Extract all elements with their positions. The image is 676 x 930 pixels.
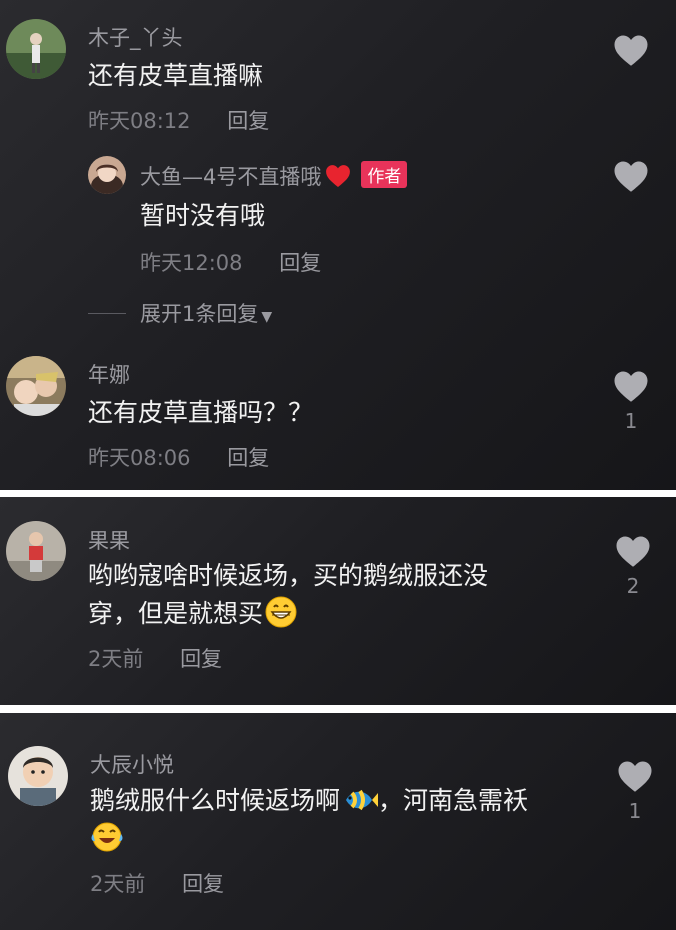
comment-text-line-2-content: 穿，但是就想买 [88, 599, 264, 628]
avatar-photo-icon [6, 521, 66, 581]
like-button[interactable]: 1 [612, 370, 650, 433]
reply-button[interactable]: 回复 [227, 109, 269, 133]
comment-meta: 2天前 回复 [90, 868, 224, 898]
heart-icon [613, 370, 649, 403]
avatar-photo-icon [6, 19, 66, 79]
comment-text: 还有皮草直播嘛 [88, 61, 264, 90]
comment-username[interactable]: 大辰小悦 [90, 749, 174, 779]
comment-username[interactable]: 果果 [88, 525, 130, 555]
like-button[interactable] [612, 34, 650, 67]
like-count: 2 [626, 574, 640, 598]
comment-username[interactable]: 木子_丫头 [88, 22, 183, 52]
like-count: 1 [628, 799, 642, 823]
reply-button[interactable]: 回复 [279, 251, 321, 275]
like-count: 1 [624, 409, 638, 433]
heart-icon [615, 535, 651, 568]
reply-button[interactable]: 回复 [227, 446, 269, 470]
avatar[interactable] [6, 356, 66, 416]
comment-text-line-1: 哟哟寇啥时候返场，买的鹅绒服还没 [88, 561, 489, 590]
like-button[interactable] [612, 160, 650, 193]
expand-replies-label: 展开1条回复 [140, 302, 259, 326]
heart-icon [613, 34, 649, 67]
comment-panel-3: 大辰小悦 鹅绒服什么时候返场啊 ，河南急需袄 2天前 回复 1 [0, 713, 676, 930]
avatar-photo-icon [88, 156, 126, 194]
reply-meta: 昨天12:08 回复 [140, 247, 321, 277]
avatar[interactable] [6, 19, 66, 79]
laugh-cry-emoji-icon [90, 820, 124, 865]
heart-icon [617, 760, 653, 793]
red-heart-emoji-icon [325, 164, 351, 193]
comment-time: 昨天08:12 [88, 109, 191, 133]
comment-text-line-1: 鹅绒服什么时候返场啊 ，河南急需袄 [90, 782, 528, 826]
reply-button[interactable]: 回复 [180, 647, 222, 671]
comment-meta: 昨天08:06 回复 [88, 442, 269, 472]
reply-username[interactable]: 大鱼—4号不直播哦 [140, 165, 321, 189]
comment-text-part-1: 鹅绒服什么时候返场啊 [90, 786, 341, 815]
reply-button[interactable]: 回复 [182, 872, 224, 896]
avatar[interactable] [8, 746, 68, 806]
reply-username-row: 大鱼—4号不直播哦 作者 [140, 161, 408, 193]
comment-text-part-2: ，河南急需袄 [378, 786, 529, 815]
expand-replies-button[interactable]: 展开1条回复 ▼ [88, 298, 272, 328]
comment-time: 2天前 [88, 647, 144, 671]
divider [88, 313, 126, 314]
heart-icon [613, 160, 649, 193]
comment-text-line-2: 穿，但是就想买 [88, 595, 297, 639]
avatar-photo-icon [6, 356, 66, 416]
comment-panel-2: 果果 哟哟寇啥时候返场，买的鹅绒服还没 穿，但是就想买 2天前 回复 2 [0, 497, 676, 705]
comment-meta: 2天前 回复 [88, 643, 222, 673]
grin-emoji-icon [265, 596, 297, 639]
comment-meta: 昨天08:12 回复 [88, 105, 269, 135]
reply-time: 昨天12:08 [140, 251, 243, 275]
triangle-down-icon: ▼ [261, 309, 273, 325]
comment-username[interactable]: 年娜 [88, 359, 130, 389]
avatar[interactable] [88, 156, 126, 194]
comment-time: 昨天08:06 [88, 446, 191, 470]
avatar-photo-icon [8, 746, 68, 806]
like-button[interactable]: 2 [614, 535, 652, 598]
comment-text-line-2 [90, 820, 124, 865]
author-badge: 作者 [361, 161, 408, 188]
reply-text: 暂时没有哦 [140, 201, 266, 230]
avatar[interactable] [6, 521, 66, 581]
comment-time: 2天前 [90, 872, 146, 896]
comment-panel-1: 木子_丫头 还有皮草直播嘛 昨天08:12 回复 大鱼—4号不直播哦 作者 暂时没… [0, 0, 676, 490]
comment-text: 还有皮草直播吗？？ [88, 398, 314, 427]
like-button[interactable]: 1 [616, 760, 654, 823]
fish-emoji-icon [342, 785, 379, 826]
